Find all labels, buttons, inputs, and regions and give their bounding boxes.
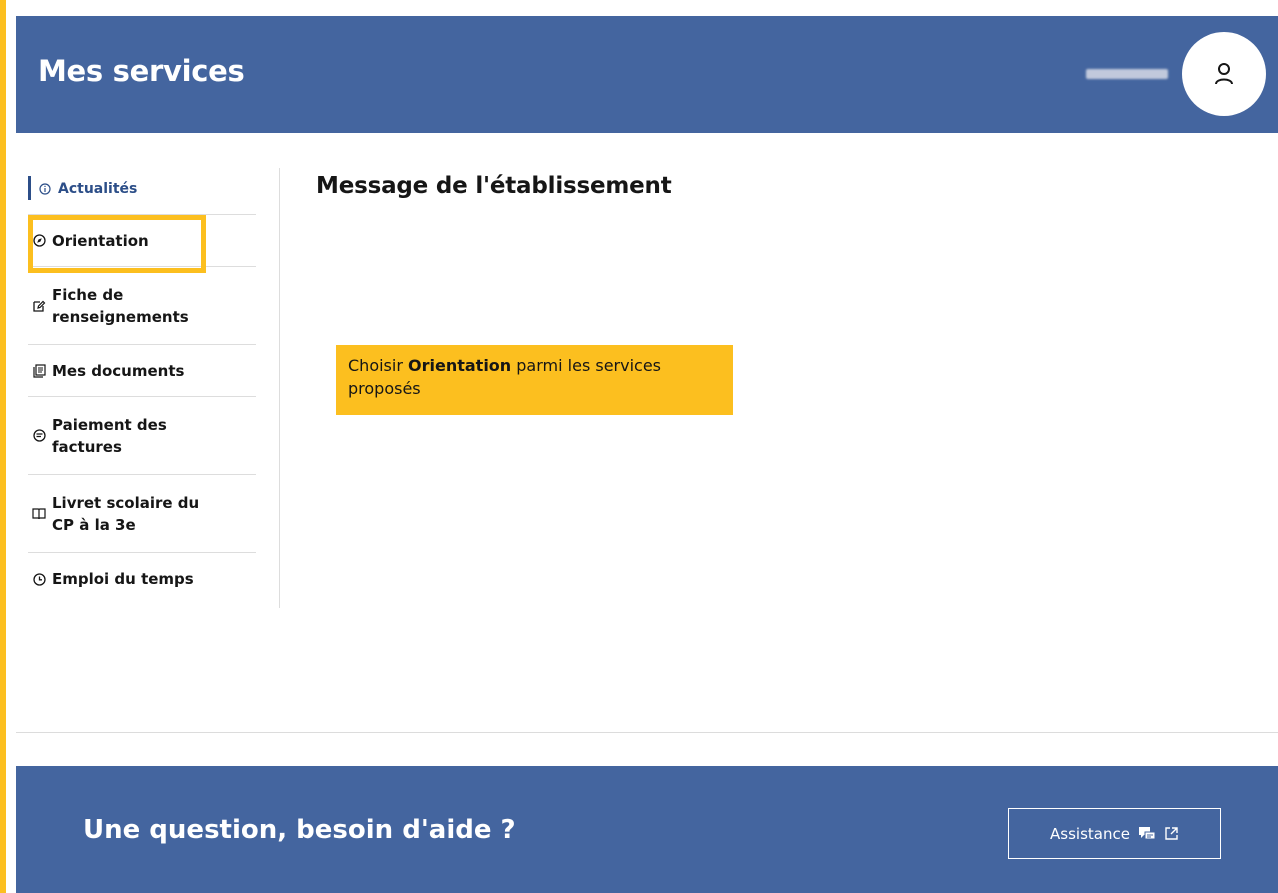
sidebar-item-label: Livret scolaire du CP à la 3e (52, 493, 200, 534)
left-accent-bar (0, 0, 6, 893)
section-title: Message de l'établissement (316, 173, 672, 199)
sidebar-item-label: Mes documents (52, 361, 185, 380)
sidebar-divider (279, 168, 280, 608)
sidebar-item-emploi-du-temps[interactable]: Emploi du temps (28, 553, 256, 605)
callout-bold: Orientation (408, 356, 512, 375)
footer-title: Une question, besoin d'aide ? (83, 815, 516, 845)
compass-icon (32, 234, 46, 247)
footer: Une question, besoin d'aide ? Assistance (16, 766, 1278, 893)
content-area: Actualités Orientation Fiche de renseign… (16, 133, 1278, 733)
clock-icon (32, 572, 46, 586)
page-title: Mes services (38, 54, 245, 88)
payment-icon (32, 429, 46, 442)
assistance-button[interactable]: Assistance (1008, 808, 1221, 859)
sidebar-item-livret-scolaire[interactable]: Livret scolaire du CP à la 3e (28, 475, 256, 553)
sidebar-item-label: Emploi du temps (52, 570, 194, 588)
sidebar-item-label: Actualités (58, 180, 138, 197)
sidebar-item-fiche-renseignements[interactable]: Fiche de renseignements (28, 267, 256, 345)
callout-prefix: Choisir (348, 356, 408, 375)
document-icon (32, 363, 46, 378)
book-icon (32, 507, 46, 520)
user-icon (1215, 63, 1233, 85)
sidebar-item-label: Paiement des factures (52, 415, 167, 456)
user-avatar-button[interactable] (1182, 32, 1266, 116)
sidebar-item-orientation[interactable]: Orientation (28, 215, 256, 267)
header: Mes services (16, 16, 1278, 133)
sidebar-item-mes-documents[interactable]: Mes documents (28, 345, 256, 397)
instruction-callout: Choisir Orientation parmi les services p… (336, 345, 733, 415)
sidebar-item-label: Fiche de renseignements (52, 285, 189, 326)
external-link-icon (1165, 827, 1178, 840)
sidebar-item-label: Orientation (52, 231, 149, 250)
chat-icon (1138, 826, 1156, 839)
info-icon (38, 182, 52, 195)
assistance-label: Assistance (1050, 824, 1130, 843)
edit-icon (32, 299, 46, 313)
side-navigation: Actualités Orientation Fiche de renseign… (28, 163, 256, 605)
sidebar-item-actualites[interactable]: Actualités (28, 163, 256, 215)
user-name-blurred (1086, 69, 1168, 79)
sidebar-item-paiement-factures[interactable]: Paiement des factures (28, 397, 256, 475)
